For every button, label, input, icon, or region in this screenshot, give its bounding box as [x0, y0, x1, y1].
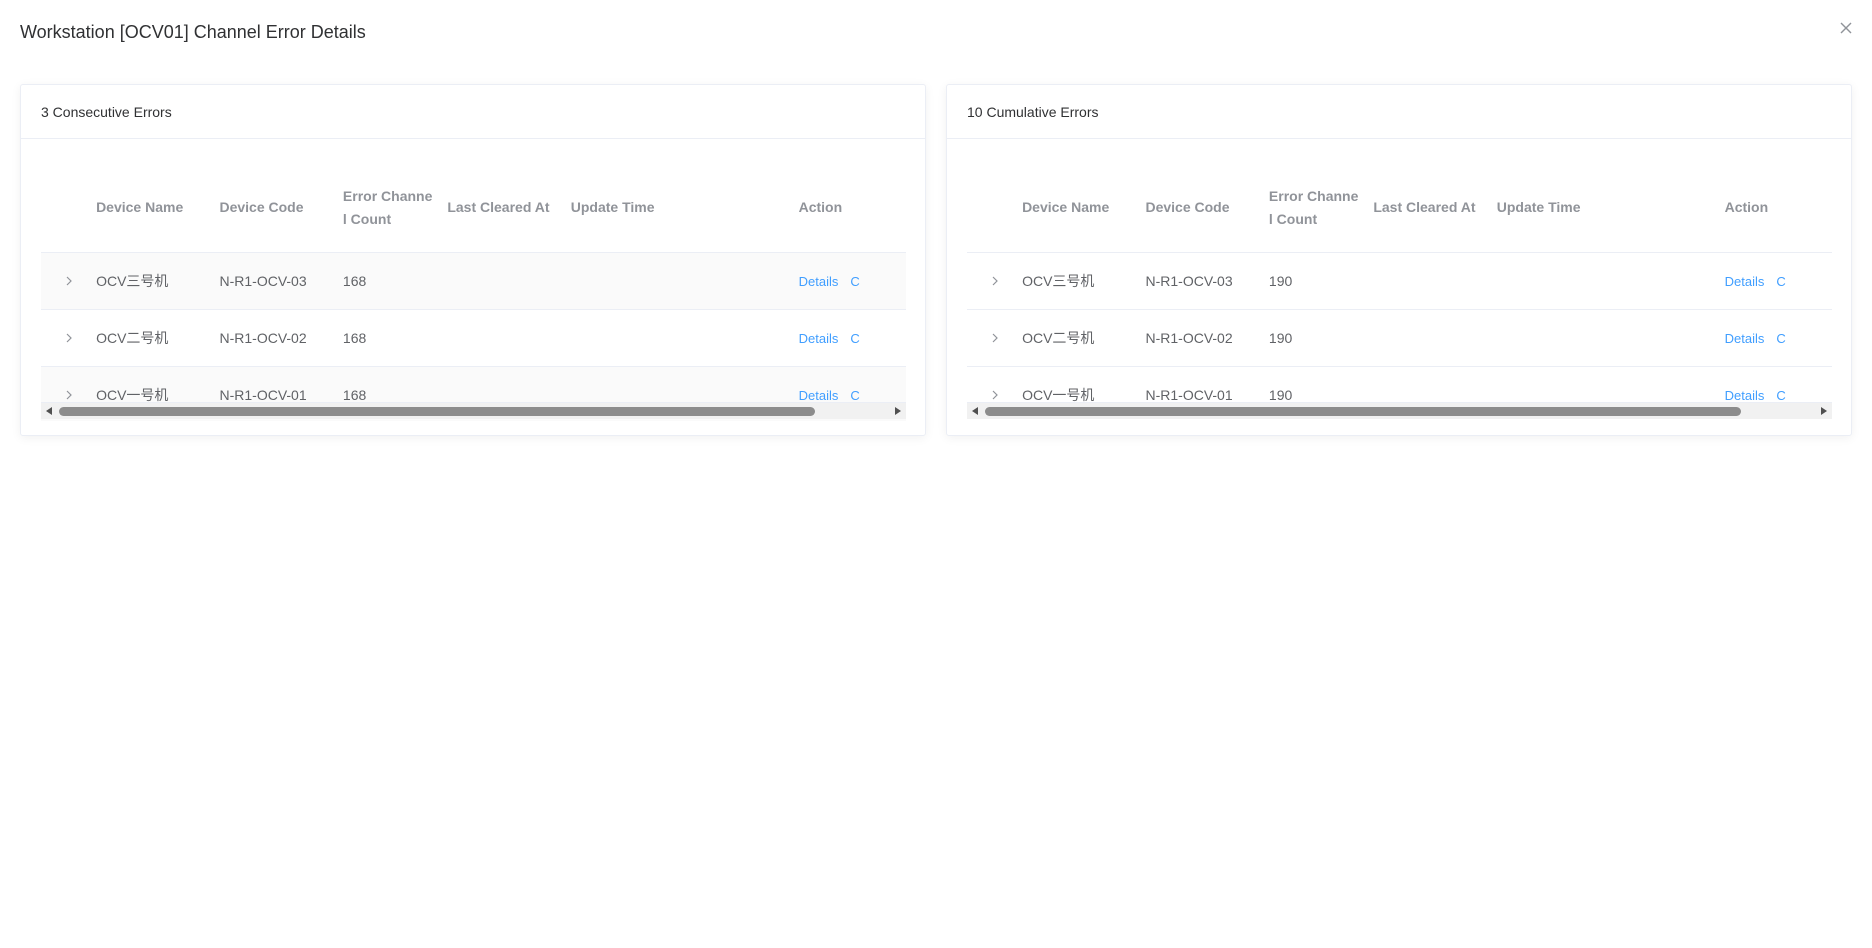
- action-cell: Details C: [1725, 274, 1832, 289]
- expand-row-button[interactable]: [967, 274, 1022, 288]
- error-count-cell: 190: [1268, 387, 1293, 403]
- clear-link[interactable]: C: [1776, 388, 1785, 403]
- column-last-cleared[interactable]: Last Cleared At: [1373, 196, 1496, 219]
- horizontal-scrollbar[interactable]: [41, 402, 906, 419]
- column-error-count-line2: l Count: [342, 210, 392, 227]
- device-code-cell: N-R1-OCV-03: [219, 273, 307, 289]
- column-device-code[interactable]: Device Code: [1145, 196, 1268, 219]
- device-code-cell: N-R1-OCV-01: [219, 387, 307, 403]
- details-link[interactable]: Details: [1725, 388, 1765, 403]
- close-icon[interactable]: [1836, 18, 1856, 38]
- error-count-cell: 190: [1268, 330, 1293, 346]
- scrollbar-thumb[interactable]: [59, 407, 815, 416]
- error-count-cell: 190: [1268, 273, 1293, 289]
- table-row[interactable]: OCV二号机 N-R1-OCV-02 168 Details C: [41, 310, 906, 367]
- error-count-cell: 168: [342, 387, 367, 403]
- scrollbar-thumb[interactable]: [985, 407, 1741, 416]
- table-row[interactable]: OCV二号机 N-R1-OCV-02 190 Details C: [967, 310, 1832, 367]
- device-code-cell: N-R1-OCV-01: [1145, 387, 1233, 403]
- column-error-count-line1: Error Channe: [342, 187, 433, 204]
- details-link[interactable]: Details: [799, 274, 839, 289]
- action-cell: Details C: [1725, 331, 1832, 346]
- details-link[interactable]: Details: [799, 388, 839, 403]
- column-update-time[interactable]: Update Time: [1497, 196, 1725, 219]
- details-link[interactable]: Details: [799, 331, 839, 346]
- action-cell: Details C: [799, 331, 906, 346]
- details-link[interactable]: Details: [1725, 274, 1765, 289]
- device-code-cell: N-R1-OCV-02: [1145, 330, 1233, 346]
- column-action: Action: [1724, 199, 1769, 215]
- device-name-cell: OCV三号机: [1022, 273, 1095, 289]
- error-details-dialog: Workstation [OCV01] Channel Error Detail…: [0, 0, 1872, 948]
- consecutive-errors-panel: 3 Consecutive Errors Device Name Device …: [20, 84, 926, 436]
- device-name-cell: OCV二号机: [1022, 330, 1095, 346]
- chevron-right-icon[interactable]: [62, 274, 76, 288]
- panel-title: 10 Cumulative Errors: [947, 85, 1851, 139]
- column-device-code[interactable]: Device Code: [219, 196, 342, 219]
- cumulative-errors-panel: 10 Cumulative Errors Device Name Device …: [946, 84, 1852, 436]
- clear-link[interactable]: C: [1776, 331, 1785, 346]
- chevron-right-icon[interactable]: [988, 331, 1002, 345]
- table-header: Device Name Device Code Error Channe l C…: [967, 163, 1832, 253]
- column-error-count[interactable]: Error Channe l Count: [1269, 185, 1373, 231]
- expand-row-button[interactable]: [41, 388, 96, 402]
- scroll-left-arrow-icon[interactable]: [972, 407, 978, 415]
- column-last-cleared[interactable]: Last Cleared At: [447, 196, 570, 219]
- action-cell: Details C: [1725, 388, 1832, 403]
- chevron-right-icon[interactable]: [988, 274, 1002, 288]
- table-row[interactable]: OCV三号机 N-R1-OCV-03 168 Details C: [41, 253, 906, 310]
- expand-row-button[interactable]: [41, 331, 96, 345]
- column-action: Action: [798, 199, 843, 215]
- column-update-time[interactable]: Update Time: [571, 196, 799, 219]
- column-device-name[interactable]: Device Name: [1022, 196, 1145, 219]
- clear-link[interactable]: C: [850, 331, 859, 346]
- column-device-name[interactable]: Device Name: [96, 196, 219, 219]
- clear-link[interactable]: C: [1776, 274, 1785, 289]
- expand-row-button[interactable]: [967, 388, 1022, 402]
- device-name-cell: OCV二号机: [96, 330, 169, 346]
- details-link[interactable]: Details: [1725, 331, 1765, 346]
- device-name-cell: OCV三号机: [96, 273, 169, 289]
- chevron-right-icon[interactable]: [62, 388, 76, 402]
- table-row[interactable]: OCV三号机 N-R1-OCV-03 190 Details C: [967, 253, 1832, 310]
- table-header: Device Name Device Code Error Channe l C…: [41, 163, 906, 253]
- panel-title: 3 Consecutive Errors: [21, 85, 925, 139]
- clear-link[interactable]: C: [850, 274, 859, 289]
- action-cell: Details C: [799, 388, 906, 403]
- expand-row-button[interactable]: [967, 331, 1022, 345]
- dialog-title: Workstation [OCV01] Channel Error Detail…: [20, 22, 366, 42]
- chevron-right-icon[interactable]: [62, 331, 76, 345]
- expand-row-button[interactable]: [41, 274, 96, 288]
- scroll-left-arrow-icon[interactable]: [46, 407, 52, 415]
- device-code-cell: N-R1-OCV-02: [219, 330, 307, 346]
- scroll-right-arrow-icon[interactable]: [895, 407, 901, 415]
- horizontal-scrollbar[interactable]: [967, 402, 1832, 419]
- column-error-count[interactable]: Error Channe l Count: [343, 185, 447, 231]
- column-error-count-line1: Error Channe: [1268, 187, 1359, 204]
- error-count-cell: 168: [342, 330, 367, 346]
- chevron-right-icon[interactable]: [988, 388, 1002, 402]
- column-error-count-line2: l Count: [1268, 210, 1318, 227]
- cumulative-errors-table: Device Name Device Code Error Channe l C…: [967, 139, 1832, 421]
- error-count-cell: 168: [342, 273, 367, 289]
- scroll-right-arrow-icon[interactable]: [1821, 407, 1827, 415]
- device-code-cell: N-R1-OCV-03: [1145, 273, 1233, 289]
- action-cell: Details C: [799, 274, 906, 289]
- clear-link[interactable]: C: [850, 388, 859, 403]
- consecutive-errors-table: Device Name Device Code Error Channe l C…: [41, 139, 906, 421]
